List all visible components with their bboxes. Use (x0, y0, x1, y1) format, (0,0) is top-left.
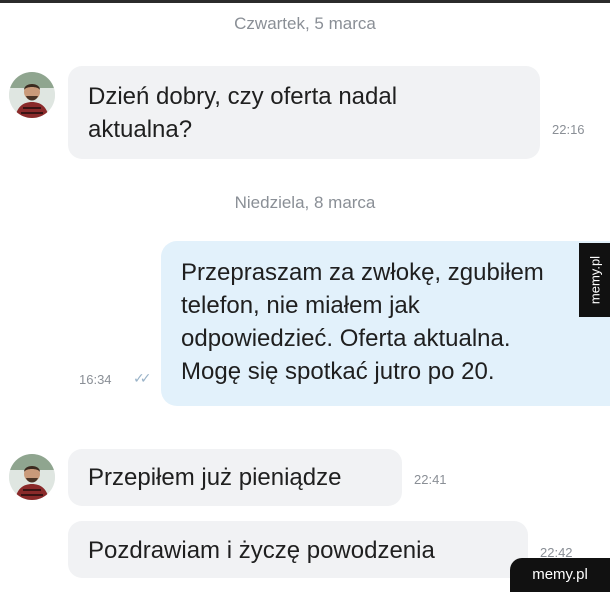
user-avatar-icon[interactable] (9, 454, 55, 500)
watermark-side-text: memy.pl (587, 255, 602, 305)
message-line: aktualna? (88, 116, 193, 143)
message-line: Pozdrawiam i życzę powodzenia (88, 537, 435, 564)
message-line: Dzień dobry, czy oferta nadal (88, 83, 398, 110)
message-time: 16:34 (79, 372, 112, 387)
watermark-corner-text: memy.pl (532, 566, 588, 583)
top-edge-strip (0, 0, 610, 3)
message-time: 22:41 (414, 472, 447, 487)
message-time: 22:16 (552, 122, 585, 137)
message-line: telefon, nie miałem jak (181, 292, 420, 319)
user-avatar-icon[interactable] (9, 72, 55, 118)
double-check-icon: ✓✓ (133, 370, 152, 386)
message-line: Mogę się spotkać jutro po 20. (181, 358, 495, 385)
message-bubble-incoming-3[interactable]: Pozdrawiam i życzę powodzenia (68, 521, 528, 578)
message-line: Przepraszam za zwłokę, zgubiłem (181, 259, 544, 286)
date-separator-thursday: Czwartek, 5 marca (234, 14, 376, 33)
message-bubble-incoming-1[interactable]: Dzień dobry, czy oferta nadal aktualna? (68, 66, 540, 159)
message-line: odpowiedzieć. Oferta aktualna. (181, 325, 511, 352)
message-bubble-outgoing[interactable]: Przepraszam za zwłokę, zgubiłem telefon,… (161, 241, 610, 406)
watermark-side-logo: memy.pl (579, 243, 610, 317)
message-line: Przepiłem już pieniądze (88, 464, 342, 491)
date-separator-sunday: Niedziela, 8 marca (234, 193, 376, 212)
message-bubble-incoming-2[interactable]: Przepiłem już pieniądze (68, 449, 402, 506)
watermark-corner-logo: memy.pl (510, 558, 610, 592)
